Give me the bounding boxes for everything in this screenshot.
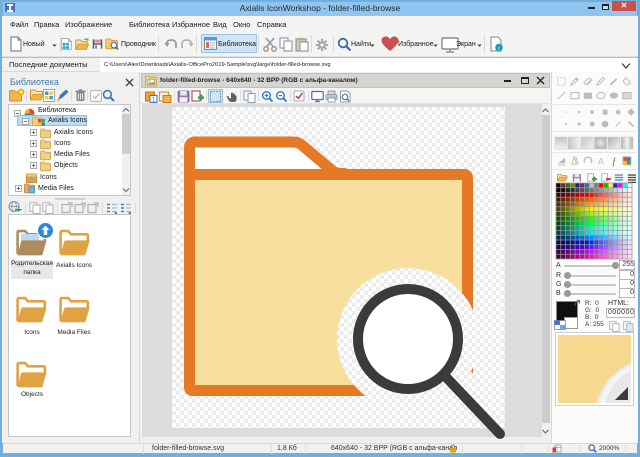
svg-text:f: f (613, 157, 617, 167)
svg-text:A: A (598, 157, 604, 167)
